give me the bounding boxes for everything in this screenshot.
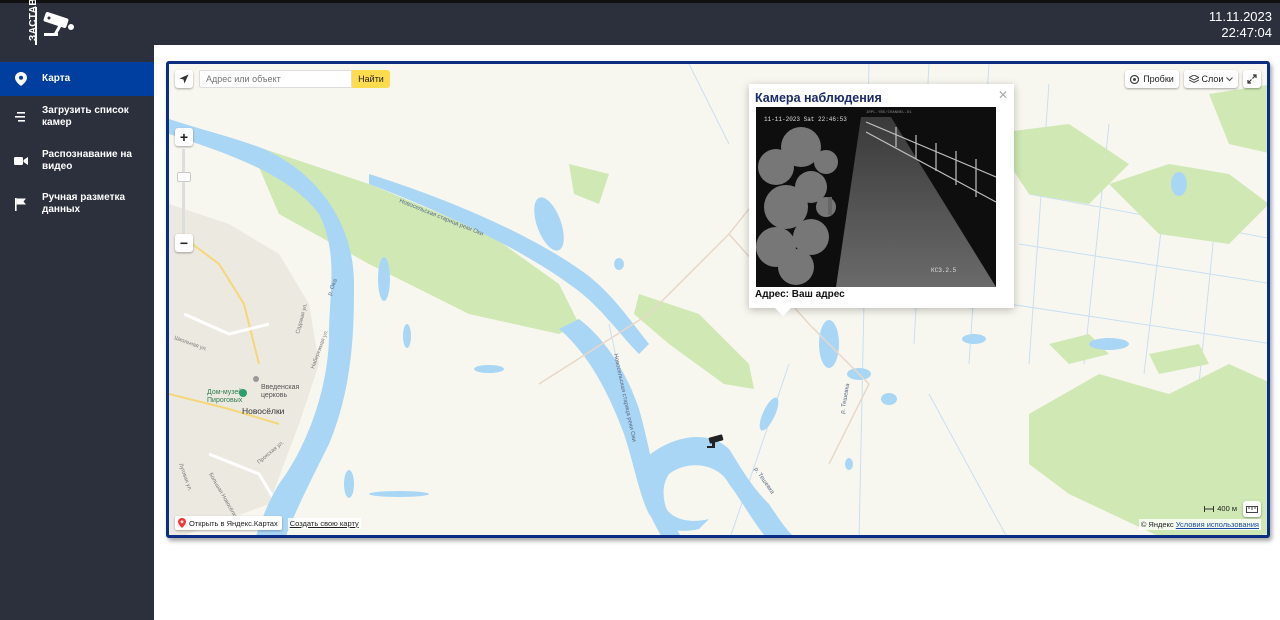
popup-address: Адрес: Ваш адрес bbox=[755, 289, 845, 300]
popup-title: Камера наблюдения bbox=[755, 91, 882, 105]
time-text: 22:47:04 bbox=[1221, 25, 1272, 40]
copyright-text: © Яндекс bbox=[1140, 520, 1174, 529]
sidebar-item-label: Карта bbox=[42, 73, 71, 84]
map-pin-icon bbox=[14, 72, 28, 86]
sidebar-item-upload-cameras[interactable]: Загрузить список камер bbox=[0, 103, 154, 131]
feed-watermark: IRPL-YB5/CHANNEL-D1 bbox=[866, 110, 912, 115]
sidebar: Карта Загрузить список камер Распознаван… bbox=[0, 45, 154, 620]
feed-camera-id: КСЗ.2.5 bbox=[931, 267, 957, 274]
flag-icon bbox=[14, 197, 28, 211]
layers-label: Слои bbox=[1201, 74, 1224, 84]
scale-bar-icon bbox=[1204, 505, 1215, 512]
date-text: 11.11.2023 bbox=[1208, 9, 1272, 24]
sidebar-item-label: Ручная разметка данных bbox=[42, 192, 126, 215]
map-container[interactable]: Новосёлки Дом-музей Пироговых Введенская ц… bbox=[166, 61, 1270, 538]
sidebar-item-map[interactable]: Карта bbox=[0, 62, 154, 96]
layers-icon bbox=[1188, 74, 1199, 83]
traffic-label: Пробки bbox=[1143, 74, 1174, 84]
zoom-slider-thumb[interactable] bbox=[177, 172, 191, 182]
open-in-yandex-label: Открыть в Яндекс.Картах bbox=[189, 518, 278, 528]
sidebar-item-label: Распознавание на видео bbox=[42, 149, 132, 172]
yandex-pin-icon bbox=[178, 518, 186, 528]
camera-feed-image[interactable]: 11-11-2023 Sat 22:46:53 IRPL-YB5/CHANNEL… bbox=[756, 107, 996, 287]
datetime-display: 11.11.2023 22:47:04 bbox=[1209, 9, 1272, 41]
geolocation-button[interactable] bbox=[175, 70, 193, 88]
sidebar-item-manual-annotation[interactable]: Ручная разметка данных bbox=[0, 190, 154, 218]
map-copyright: © Яндекс Условия использования bbox=[1138, 519, 1261, 530]
village-label: Новосёлки bbox=[242, 406, 285, 416]
video-camera-icon bbox=[14, 154, 28, 168]
map-scale: 400 м bbox=[1204, 504, 1237, 513]
camera-popup: Камера наблюдения ✕ 11-11-2023 Sat 22:46… bbox=[749, 84, 1014, 316]
traffic-icon bbox=[1130, 74, 1140, 84]
map-bottom-links: Открыть в Яндекс.Картах Создать свою кар… bbox=[175, 516, 361, 530]
sidebar-item-label: Загрузить список камер bbox=[42, 105, 129, 128]
zoom-in-button[interactable]: + bbox=[175, 128, 193, 146]
scale-label: 400 м bbox=[1217, 504, 1237, 513]
feed-timestamp: 11-11-2023 Sat 22:46:53 bbox=[764, 116, 847, 123]
sidebar-item-video-recognition[interactable]: Распознавание на видео bbox=[0, 147, 154, 175]
chevron-down-icon bbox=[1226, 76, 1234, 81]
fullscreen-button[interactable] bbox=[1243, 70, 1261, 88]
list-icon bbox=[14, 110, 28, 124]
top-bar: ЗАСТАВА 11.11.2023 22:47:04 bbox=[0, 0, 1280, 47]
open-in-yandex-link[interactable]: Открыть в Яндекс.Картах bbox=[175, 516, 282, 530]
ruler-icon bbox=[1246, 505, 1258, 513]
popup-close-icon[interactable]: ✕ bbox=[998, 88, 1008, 102]
museum-marker[interactable] bbox=[239, 389, 247, 397]
map-search-button[interactable]: Найти bbox=[352, 70, 390, 88]
zoom-out-button[interactable]: − bbox=[175, 234, 193, 252]
ruler-button[interactable] bbox=[1243, 501, 1261, 517]
logo-divider bbox=[35, 7, 37, 47]
map-canvas[interactable]: Новосёлки Дом-музей Пироговых Введенская ц… bbox=[169, 64, 1270, 538]
cctv-camera-icon bbox=[43, 12, 74, 36]
app-logo[interactable]: ЗАСТАВА bbox=[22, 0, 82, 47]
map-search-input[interactable] bbox=[199, 70, 352, 88]
layers-button[interactable]: Слои bbox=[1184, 70, 1238, 88]
create-map-link[interactable]: Создать свою карту bbox=[287, 517, 361, 529]
zoom-slider-track[interactable] bbox=[182, 149, 185, 235]
terms-link[interactable]: Условия использования bbox=[1176, 520, 1259, 529]
traffic-button[interactable]: Пробки bbox=[1125, 70, 1179, 88]
geolocation-arrow-icon bbox=[179, 74, 189, 84]
church-marker[interactable] bbox=[253, 376, 259, 382]
logo-text: ЗАСТАВА bbox=[28, 0, 39, 41]
expand-icon bbox=[1247, 74, 1257, 84]
